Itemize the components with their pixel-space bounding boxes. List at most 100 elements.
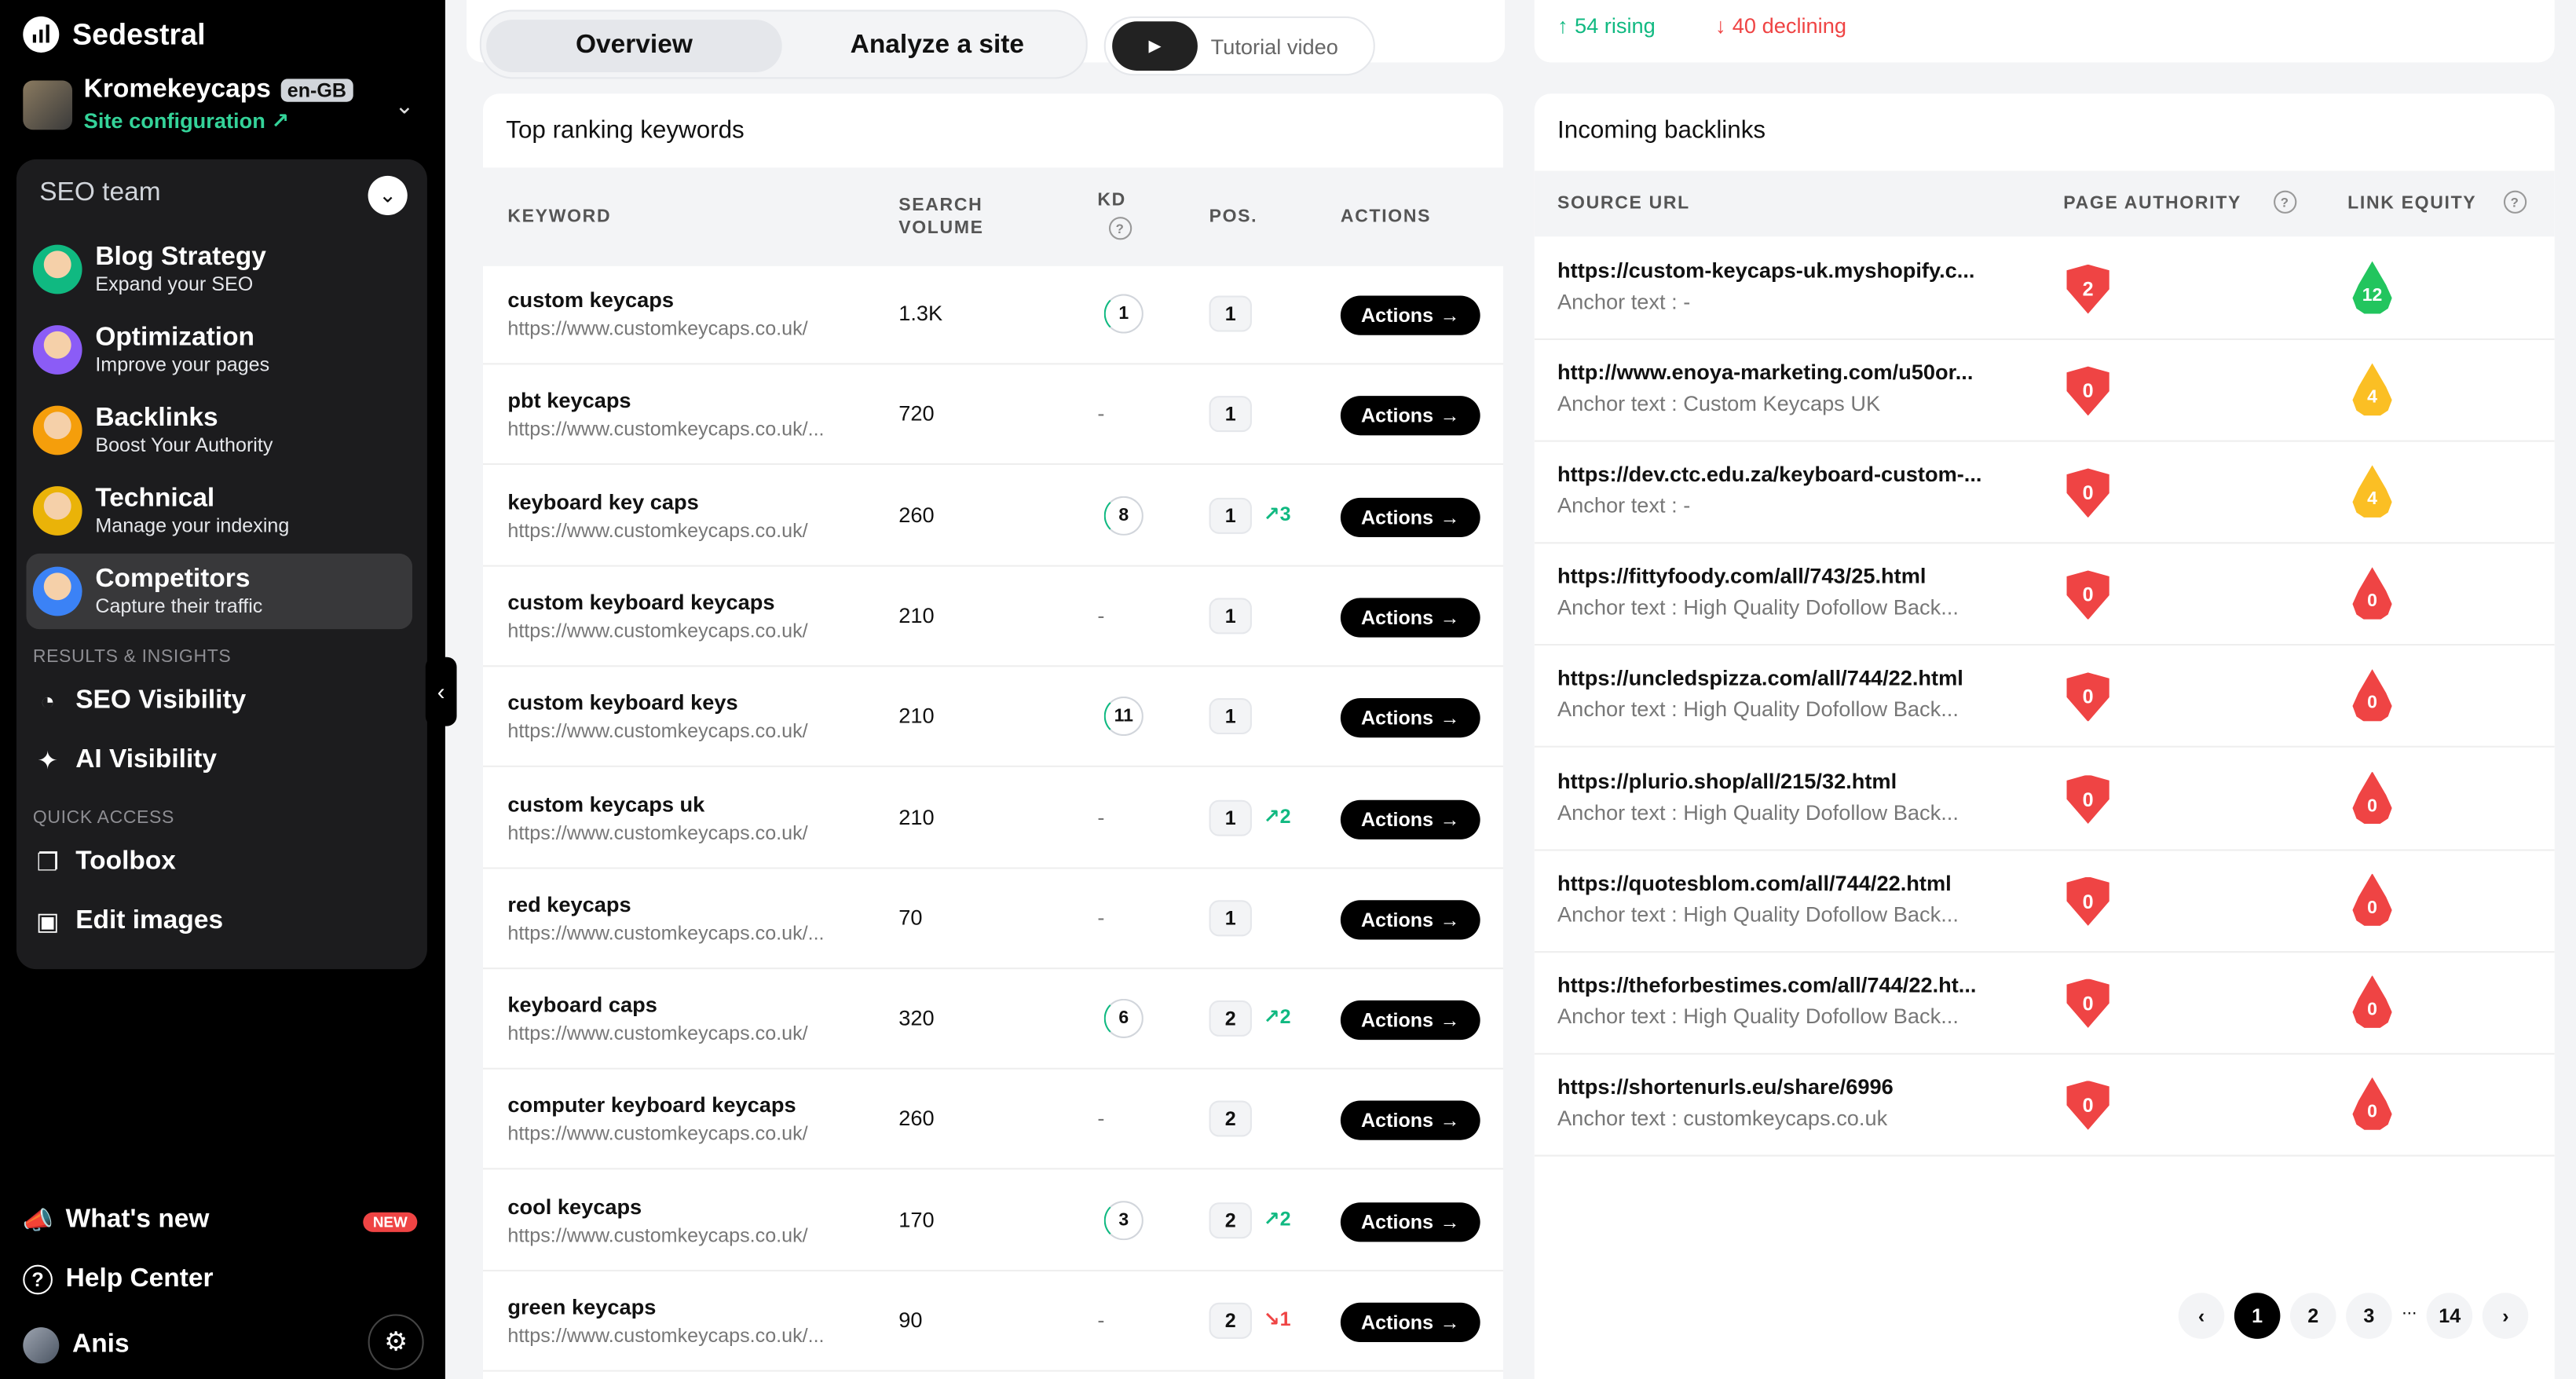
nav-ai-visibility[interactable]: ✦ AI Visibility (33, 746, 217, 776)
site-configuration-link[interactable]: Site configuration ↗ (84, 108, 290, 134)
page-authority-shield-icon: 2 (2066, 264, 2109, 314)
help-icon[interactable]: ? (1108, 217, 1132, 240)
image-edit-icon: ▣ (35, 908, 60, 937)
keyword-text: green keycaps (507, 1294, 657, 1319)
agent-title: Optimization (95, 323, 255, 351)
source-url[interactable]: https://dev.ctc.edu.za/keyboard-custom-.… (1557, 462, 1981, 486)
tutorial-video-button[interactable]: ▶ Tutorial video (1103, 16, 1375, 76)
actions-button[interactable]: Actions → (1340, 899, 1480, 940)
keyword-url[interactable]: https://www.customkeycaps.co.uk/ (507, 1224, 807, 1246)
keyword-text: custom keyboard keys (507, 690, 738, 715)
source-url[interactable]: https://quotesblom.com/all/744/22.html (1557, 870, 1952, 894)
collapse-sidebar-button[interactable]: ‹ (425, 657, 457, 726)
whats-new-link[interactable]: 📣 What's new (23, 1205, 210, 1235)
kd-value: - (1097, 401, 1105, 426)
next-page-button[interactable]: › (2483, 1293, 2529, 1339)
actions-button[interactable]: Actions → (1340, 1000, 1480, 1041)
search-volume: 720 (898, 401, 935, 426)
help-icon[interactable]: ? (2274, 190, 2297, 214)
tab-overview[interactable]: Overview (486, 20, 782, 73)
keyword-url[interactable]: https://www.customkeycaps.co.uk/ (507, 1022, 807, 1044)
link-equity-drop-icon: 0 (2352, 872, 2392, 926)
table-row: computer keyboard keycaps https://www.cus… (482, 1070, 1503, 1171)
avatar (32, 405, 82, 455)
page-3[interactable]: 3 (2346, 1293, 2392, 1339)
agent-item-2[interactable]: Backlinks Boost Your Authority (26, 393, 412, 468)
keyword-url[interactable]: https://www.customkeycaps.co.uk/... (507, 1324, 824, 1347)
arrow-right-icon: → (1440, 908, 1460, 931)
chevron-down-icon[interactable]: ⌄ (368, 175, 408, 216)
nav-edit-images[interactable]: ▣ Edit images (33, 907, 223, 937)
kd-value: - (1097, 905, 1105, 930)
page-authority-shield-icon: 0 (2066, 468, 2109, 518)
prev-page-button[interactable]: ‹ (2178, 1293, 2225, 1339)
page-authority-shield-icon: 0 (2066, 366, 2109, 416)
agent-item-3[interactable]: Technical Manage your indexing (26, 473, 412, 548)
actions-button[interactable]: Actions → (1340, 1101, 1480, 1141)
search-volume: 260 (898, 1106, 935, 1131)
help-icon[interactable]: ? (2503, 190, 2527, 214)
source-url[interactable]: https://shortenurls.eu/share/6996 (1557, 1074, 1894, 1099)
keyword-url[interactable]: https://www.customkeycaps.co.uk/... (507, 921, 824, 944)
keyword-url[interactable]: https://www.customkeycaps.co.uk/ (507, 619, 807, 642)
source-url[interactable]: https://plurio.shop/all/215/32.html (1557, 768, 1897, 792)
source-url[interactable]: https://uncledspizza.com/all/744/22.html (1557, 666, 1963, 690)
agent-item-1[interactable]: Optimization Improve your pages (26, 312, 412, 387)
nav-seo-visibility[interactable]: ◔ SEO Visibility (33, 686, 246, 716)
actions-button[interactable]: Actions → (1340, 1202, 1480, 1242)
table-row: keyboard key caps https://www.customkeyca… (482, 466, 1503, 566)
page-1[interactable]: 1 (2234, 1293, 2281, 1339)
user-profile[interactable]: Anis (23, 1327, 130, 1364)
keyword-url[interactable]: https://www.customkeycaps.co.uk/ (507, 821, 807, 843)
agent-title: Blog Strategy (95, 242, 266, 271)
position-badge: 1 (1209, 598, 1252, 635)
kd-value: 6 (1103, 999, 1143, 1039)
arrow-right-icon: → (1440, 303, 1460, 327)
table-row: https://custom-keycaps-uk.myshopify.c...… (1534, 238, 2555, 341)
col-source-url: SOURCE URL (1557, 193, 1690, 214)
keyword-text: keyboard key caps (507, 488, 699, 514)
position-badge: 1 (1209, 698, 1252, 735)
source-url[interactable]: http://www.enoya-marketing.com/u50or... (1557, 360, 1973, 384)
position-badge: 1 (1209, 899, 1252, 936)
actions-button[interactable]: Actions → (1340, 598, 1480, 638)
link-equity-drop-icon: 0 (2352, 567, 2392, 620)
keyword-url[interactable]: https://www.customkeycaps.co.uk/ (507, 720, 807, 743)
actions-button[interactable]: Actions → (1340, 698, 1480, 738)
actions-button[interactable]: Actions → (1340, 1302, 1480, 1343)
source-url[interactable]: https://fittyfoody.com/all/743/25.html (1557, 564, 1926, 588)
tab-analyze-site[interactable]: Analyze a site (793, 20, 1081, 72)
keywords-panel: Top ranking keywords KEYWORD SEARCH VOLU… (482, 93, 1503, 1379)
position-change: ↗2 (1263, 1206, 1291, 1231)
page-2[interactable]: 2 (2289, 1293, 2336, 1339)
rising-count: ↑ 54 rising (1557, 13, 1656, 38)
kd-value: - (1097, 1308, 1105, 1333)
page-last[interactable]: 14 (2426, 1293, 2473, 1339)
site-selector[interactable]: Kromekeycaps en-GB Site configuration ↗ ⌄ (23, 72, 423, 138)
search-volume: 210 (898, 602, 935, 627)
keyword-url[interactable]: https://www.customkeycaps.co.uk/ (507, 317, 807, 340)
table-row: custom keyboard keycaps https://www.custo… (482, 566, 1503, 668)
gear-icon[interactable]: ⚙ (368, 1314, 424, 1370)
brand[interactable]: Sedestral (23, 16, 206, 53)
actions-button[interactable]: Actions → (1340, 396, 1480, 436)
search-volume: 1.3K (898, 300, 943, 326)
agent-item-4[interactable]: Competitors Capture their traffic (26, 553, 413, 630)
keyword-url[interactable]: https://www.customkeycaps.co.uk/ (507, 1123, 807, 1146)
kd-value: 1 (1103, 294, 1143, 334)
keywords-table-header: KEYWORD SEARCH VOLUME KD ? POS. ACTIONS (482, 167, 1503, 266)
actions-button[interactable]: Actions → (1340, 295, 1480, 335)
actions-button[interactable]: Actions → (1340, 496, 1480, 537)
page-authority-shield-icon: 0 (2066, 1080, 2109, 1130)
actions-button[interactable]: Actions → (1340, 799, 1480, 839)
help-center-link[interactable]: ? Help Center (23, 1264, 214, 1295)
keyword-url[interactable]: https://www.customkeycaps.co.uk/ (507, 518, 807, 541)
keyword-url[interactable]: https://www.customkeycaps.co.uk/... (507, 418, 824, 441)
nav-toolbox[interactable]: ❐ Toolbox (33, 847, 176, 877)
kd-value: - (1097, 1106, 1105, 1131)
agent-subtitle: Capture their traffic (95, 594, 263, 617)
chevron-down-icon[interactable]: ⌄ (395, 92, 415, 120)
source-url[interactable]: https://custom-keycaps-uk.myshopify.c... (1557, 258, 1974, 282)
agent-item-0[interactable]: Blog Strategy Expand your SEO (26, 232, 412, 307)
source-url[interactable]: https://theforbestimes.com/all/744/22.ht… (1557, 972, 1976, 997)
